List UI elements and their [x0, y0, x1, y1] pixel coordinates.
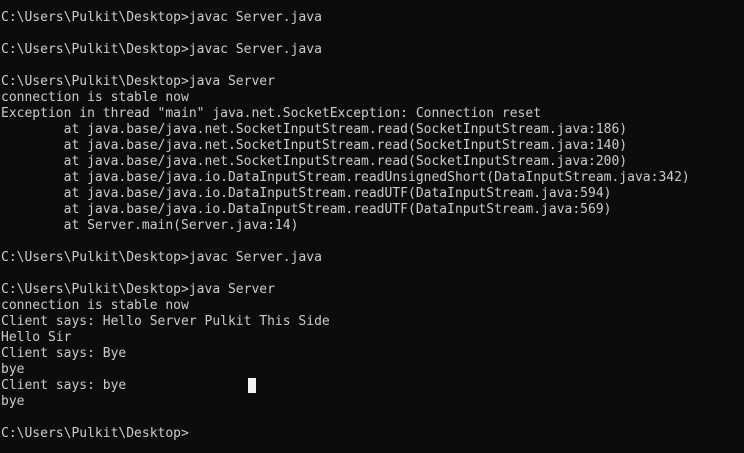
console-line: at java.base/java.io.DataInputStream.rea…: [1, 170, 690, 185]
console-line: C:\Users\Pulkit\Desktop>javac Server.jav…: [1, 250, 322, 265]
console-line: at Server.main(Server.java:14): [1, 218, 299, 233]
console-line: C:\Users\Pulkit\Desktop>javac Server.jav…: [1, 42, 322, 57]
text-cursor: [248, 378, 256, 393]
console-line: Hello Sir: [1, 330, 72, 345]
console-line: connection is stable now: [1, 298, 189, 313]
console-line: C:\Users\Pulkit\Desktop>java Server: [1, 74, 275, 89]
console-line: bye: [1, 362, 25, 377]
console-line: C:\Users\Pulkit\Desktop>javac Server.jav…: [1, 10, 322, 25]
console-line: at java.base/java.io.DataInputStream.rea…: [1, 202, 612, 217]
console-prompt[interactable]: C:\Users\Pulkit\Desktop>: [1, 426, 189, 442]
console-line: Client says: bye: [1, 378, 127, 393]
console-line: at java.base/java.net.SocketInputStream.…: [1, 154, 628, 169]
console-line: at java.base/java.net.SocketInputStream.…: [1, 138, 628, 153]
console-line: C:\Users\Pulkit\Desktop>java Server: [1, 282, 275, 297]
console-line: Client says: Hello Server Pulkit This Si…: [1, 314, 330, 329]
console-window[interactable]: C:\Users\Pulkit\Desktop>javac Server.jav…: [0, 0, 744, 453]
console-line: Client says: Bye: [1, 346, 127, 361]
console-line: Exception in thread "main" java.net.Sock…: [1, 106, 542, 121]
console-line: at java.base/java.net.SocketInputStream.…: [1, 122, 628, 137]
console-line: connection is stable now: [1, 90, 189, 105]
console-line: at java.base/java.io.DataInputStream.rea…: [1, 186, 612, 201]
console-line: bye: [1, 394, 25, 409]
